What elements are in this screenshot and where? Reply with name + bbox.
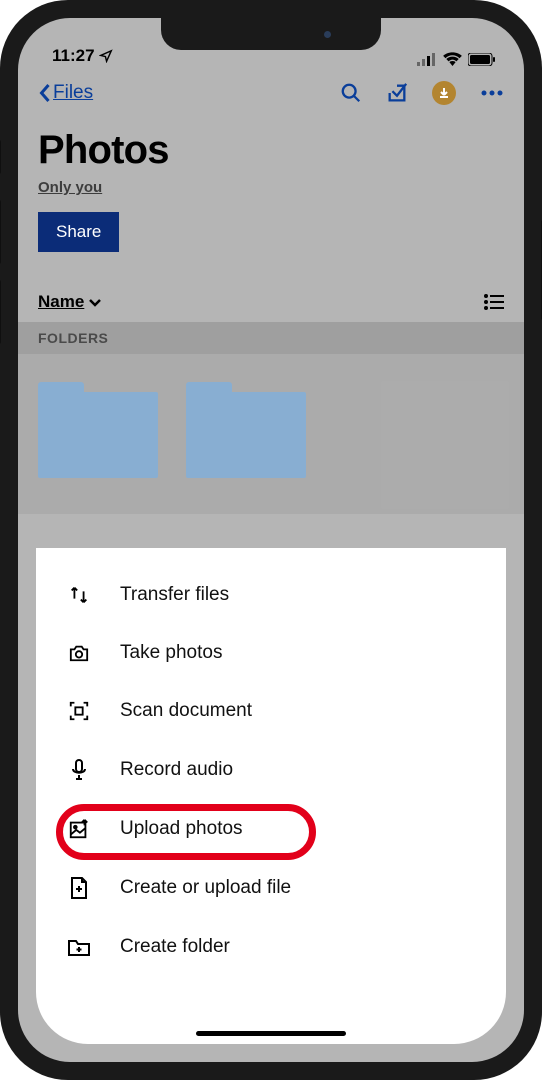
back-label: Files bbox=[53, 82, 93, 104]
back-button[interactable]: Files bbox=[38, 82, 93, 104]
file-plus-icon bbox=[66, 876, 92, 900]
search-button[interactable] bbox=[340, 82, 362, 104]
search-icon bbox=[340, 82, 362, 104]
select-button[interactable] bbox=[386, 82, 408, 104]
front-camera bbox=[324, 31, 331, 38]
sheet-item-label: Transfer files bbox=[120, 584, 229, 606]
phone-frame: 11:27 Files bbox=[0, 0, 542, 1080]
cellular-icon bbox=[417, 53, 437, 66]
battery-icon bbox=[468, 53, 496, 66]
sync-status-button[interactable] bbox=[432, 81, 456, 105]
phone-side-button bbox=[0, 200, 1, 264]
folder-grid bbox=[18, 354, 524, 514]
home-indicator[interactable] bbox=[196, 1031, 346, 1036]
image-upload-icon bbox=[66, 818, 92, 840]
microphone-icon bbox=[66, 758, 92, 782]
nav-bar: Files bbox=[18, 68, 524, 118]
section-header-folders: FOLDERS bbox=[18, 322, 524, 354]
sheet-item-upload-photos[interactable]: Upload photos bbox=[36, 800, 506, 858]
notch bbox=[161, 18, 381, 50]
sheet-item-label: Create folder bbox=[120, 936, 230, 958]
sheet-item-label: Upload photos bbox=[120, 818, 243, 840]
sort-button[interactable]: Name bbox=[38, 292, 102, 312]
screen: 11:27 Files bbox=[18, 18, 524, 1062]
share-status[interactable]: Only you bbox=[38, 179, 504, 196]
sheet-item-label: Create or upload file bbox=[120, 877, 291, 899]
phone-side-button bbox=[0, 280, 1, 344]
location-icon bbox=[99, 49, 113, 63]
sheet-item-label: Record audio bbox=[120, 759, 233, 781]
list-view-icon bbox=[484, 294, 504, 310]
sheet-item-scan-document[interactable]: Scan document bbox=[36, 682, 506, 740]
sheet-item-create-upload-file[interactable]: Create or upload file bbox=[36, 858, 506, 918]
wifi-icon bbox=[443, 52, 462, 66]
sheet-item-transfer-files[interactable]: Transfer files bbox=[36, 566, 506, 624]
share-button[interactable]: Share bbox=[38, 212, 119, 252]
ellipsis-icon bbox=[480, 90, 504, 96]
phone-side-button bbox=[0, 140, 1, 174]
folder-item[interactable] bbox=[38, 382, 158, 478]
action-sheet: Transfer files Take photos Scan document bbox=[36, 548, 506, 1044]
scan-icon bbox=[66, 700, 92, 722]
sheet-item-label: Take photos bbox=[120, 642, 222, 664]
sheet-item-take-photos[interactable]: Take photos bbox=[36, 624, 506, 682]
camera-icon bbox=[66, 643, 92, 663]
chevron-down-icon bbox=[88, 297, 102, 307]
action-sheet-list: Transfer files Take photos Scan document bbox=[36, 548, 506, 994]
sheet-item-create-folder[interactable]: Create folder bbox=[36, 918, 506, 976]
sheet-item-record-audio[interactable]: Record audio bbox=[36, 740, 506, 800]
folder-item[interactable] bbox=[186, 382, 306, 478]
view-toggle-button[interactable] bbox=[484, 294, 504, 310]
checkbox-icon bbox=[386, 82, 408, 104]
main-content: Photos Only you Share Name FOLDERS bbox=[18, 118, 524, 514]
chevron-left-icon bbox=[38, 83, 51, 103]
page-title: Photos bbox=[38, 128, 504, 173]
more-button[interactable] bbox=[480, 90, 504, 96]
status-time: 11:27 bbox=[52, 46, 95, 66]
folder-plus-icon bbox=[66, 937, 92, 957]
download-badge-icon bbox=[432, 81, 456, 105]
transfer-icon bbox=[66, 584, 92, 606]
sheet-item-label: Scan document bbox=[120, 700, 252, 722]
sort-label: Name bbox=[38, 292, 84, 312]
